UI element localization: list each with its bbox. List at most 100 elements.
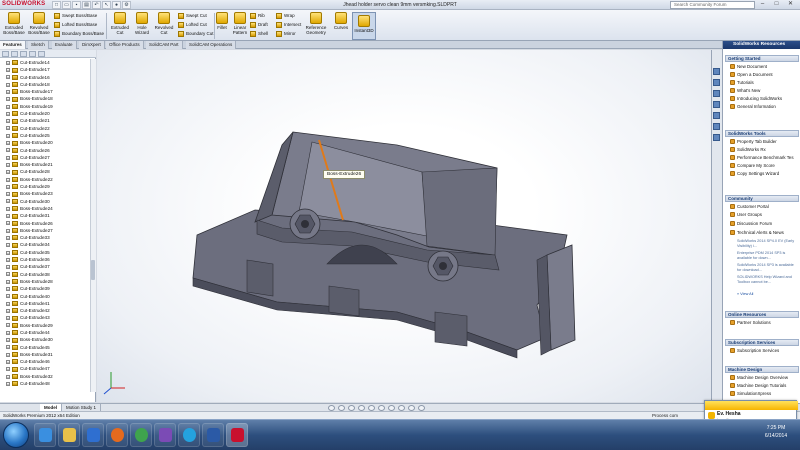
undo-icon[interactable]: ↶ bbox=[92, 1, 101, 9]
extruded-boss-button[interactable]: Extruded Boss/Base bbox=[2, 12, 26, 35]
expand-icon[interactable]: + bbox=[6, 177, 10, 182]
close-button[interactable]: ✕ bbox=[785, 0, 796, 9]
print-icon[interactable]: ▤ bbox=[82, 1, 91, 9]
feature-tree-item[interactable]: + Boss-Extrude17 bbox=[0, 88, 96, 95]
link-new-document[interactable]: New Document bbox=[730, 64, 767, 70]
expand-icon[interactable]: + bbox=[6, 68, 10, 73]
minimize-button[interactable]: – bbox=[757, 0, 768, 9]
expand-icon[interactable]: + bbox=[6, 272, 10, 277]
feature-tree-item[interactable]: + Boss-Extrude21 bbox=[0, 161, 96, 168]
tab-features[interactable]: Features bbox=[0, 41, 26, 49]
taskbar-skype[interactable] bbox=[178, 423, 200, 447]
expand-icon[interactable]: + bbox=[6, 148, 10, 153]
expand-icon[interactable]: + bbox=[6, 126, 10, 131]
expand-icon[interactable]: + bbox=[6, 214, 10, 219]
search-input[interactable]: Search Community Forum bbox=[670, 1, 755, 9]
feature-tree-item[interactable]: + Cut-Extrude29 bbox=[0, 183, 96, 190]
lofted-boss-button[interactable]: Lofted Boss/Base bbox=[54, 21, 97, 30]
swept-boss-button[interactable]: Swept Boss/Base bbox=[54, 12, 97, 21]
feature-tree-item[interactable]: + Cut-Extrude36 bbox=[0, 256, 96, 263]
feature-tree-item[interactable]: + Cut-Extrude27 bbox=[0, 154, 96, 161]
feature-tree-item[interactable]: + Boss-Extrude22 bbox=[0, 176, 96, 183]
feature-tree-item[interactable]: + Cut-Extrude46 bbox=[0, 358, 96, 365]
section-online-resources[interactable]: Online Resources bbox=[725, 311, 799, 318]
expand-icon[interactable]: + bbox=[6, 111, 10, 116]
feature-tree-item[interactable]: + Cut-Extrude38 bbox=[0, 271, 96, 278]
expand-icon[interactable]: + bbox=[6, 308, 10, 313]
feature-tree-item[interactable]: + Boss-Extrude30 bbox=[0, 336, 96, 343]
feature-tree-item[interactable]: + Boss-Extrude19 bbox=[0, 103, 96, 110]
expand-icon[interactable]: + bbox=[6, 104, 10, 109]
expand-icon[interactable]: + bbox=[6, 206, 10, 211]
expand-icon[interactable]: + bbox=[6, 199, 10, 204]
view-all-link[interactable]: » View All bbox=[737, 292, 799, 297]
link-discussion-forum[interactable]: Discussion Forum bbox=[730, 221, 772, 227]
taskbar-app[interactable] bbox=[202, 423, 224, 447]
tab-solidcam-part[interactable]: SolidCAM Part bbox=[146, 41, 183, 49]
expand-icon[interactable]: + bbox=[6, 141, 10, 146]
taskbar-solidworks[interactable] bbox=[226, 423, 248, 447]
feature-tree-item[interactable]: + Cut-Extrude28 bbox=[0, 168, 96, 175]
link-machine-design-tutorials[interactable]: Machine Design Tutorials bbox=[730, 383, 786, 389]
new-document-icon[interactable]: □ bbox=[52, 1, 61, 9]
save-icon[interactable]: ▪ bbox=[72, 1, 81, 9]
rib-button[interactable]: Rib bbox=[250, 12, 265, 21]
expand-icon[interactable]: + bbox=[6, 155, 10, 160]
open-icon[interactable]: ▭ bbox=[62, 1, 71, 9]
dimxpert-icon[interactable] bbox=[29, 51, 36, 57]
expand-icon[interactable]: + bbox=[6, 243, 10, 248]
system-clock[interactable]: 7:25 PM 6/14/2014 bbox=[757, 424, 795, 440]
mirror-button[interactable]: Mirror bbox=[276, 30, 296, 39]
options-icon[interactable]: ⚙ bbox=[122, 1, 131, 9]
expand-icon[interactable]: + bbox=[6, 374, 10, 379]
feature-tree-item[interactable]: + Cut-Extrude30 bbox=[0, 198, 96, 205]
expand-icon[interactable]: + bbox=[6, 170, 10, 175]
taskbar-chrome[interactable] bbox=[130, 423, 152, 447]
section-community[interactable]: Community bbox=[725, 195, 799, 202]
feature-tree-item[interactable]: + Boss-Extrude32 bbox=[0, 373, 96, 380]
feature-tree-item[interactable]: + Cut-Extrude14 bbox=[0, 59, 96, 66]
feature-tree-item[interactable]: + Cut-Extrude40 bbox=[0, 293, 96, 300]
rebuild-icon[interactable]: ● bbox=[112, 1, 121, 9]
intersect-button[interactable]: Intersect bbox=[276, 21, 301, 30]
expand-icon[interactable]: + bbox=[6, 316, 10, 321]
swept-cut-button[interactable]: Swept Cut bbox=[178, 12, 207, 21]
expand-icon[interactable]: + bbox=[6, 235, 10, 240]
feature-tree-item[interactable]: + Cut-Extrude47 bbox=[0, 365, 96, 372]
select-icon[interactable]: ↖ bbox=[102, 1, 111, 9]
linear-pattern-button[interactable]: Linear Pattern bbox=[228, 12, 252, 35]
feature-tree-item[interactable]: + Boss-Extrude29 bbox=[0, 322, 96, 329]
feature-tree-item[interactable]: + Boss-Extrude24 bbox=[0, 205, 96, 212]
link-solidworks-rx[interactable]: SolidWorks Rx bbox=[730, 147, 766, 153]
revolved-boss-button[interactable]: Revolved Boss/Base bbox=[27, 12, 51, 35]
feature-tree-item[interactable]: + Cut-Extrude31 bbox=[0, 212, 96, 219]
link-open-document[interactable]: Open a Document bbox=[730, 72, 773, 78]
feature-tree-item[interactable]: + Cut-Extrude41 bbox=[0, 300, 96, 307]
shell-button[interactable]: Shell bbox=[250, 30, 268, 39]
feature-tree-item[interactable]: + Cut-Extrude43 bbox=[0, 314, 96, 321]
expand-icon[interactable]: + bbox=[6, 250, 10, 255]
expand-icon[interactable]: + bbox=[6, 133, 10, 138]
instant3d-button[interactable]: Instant3D bbox=[352, 12, 376, 40]
feature-tree-item[interactable]: + Cut-Extrude45 bbox=[0, 344, 96, 351]
expand-icon[interactable]: + bbox=[6, 294, 10, 299]
expand-icon[interactable]: + bbox=[6, 60, 10, 65]
tab-dimxpert[interactable]: DimXpert bbox=[79, 41, 105, 49]
draft-button[interactable]: Draft bbox=[250, 21, 268, 30]
design-library-icon[interactable] bbox=[713, 79, 720, 86]
feature-tree-item[interactable]: + Cut-Extrude21 bbox=[0, 117, 96, 124]
link-subscription-services[interactable]: Subscription Services bbox=[730, 348, 779, 354]
news-item[interactable]: SolidWorks 2014 SP4.0 EV (Early Visibili… bbox=[737, 239, 799, 248]
feature-tree-item[interactable]: + Cut-Extrude18 bbox=[0, 81, 96, 88]
feature-tree-item[interactable]: + Cut-Extrude35 bbox=[0, 249, 96, 256]
feature-tree-item[interactable]: + Boss-Extrude18 bbox=[0, 95, 96, 102]
start-button[interactable] bbox=[3, 422, 29, 448]
feature-tree-icon[interactable] bbox=[2, 51, 9, 57]
feature-tree-item[interactable]: + Boss-Extrude31 bbox=[0, 351, 96, 358]
expand-icon[interactable]: + bbox=[6, 119, 10, 124]
expand-icon[interactable]: + bbox=[6, 192, 10, 197]
hole-wizard-button[interactable]: Hole Wizard bbox=[130, 12, 154, 35]
expand-icon[interactable]: + bbox=[6, 97, 10, 102]
feature-tree-item[interactable]: + Cut-Extrude16 bbox=[0, 74, 96, 81]
expand-icon[interactable]: + bbox=[6, 338, 10, 343]
